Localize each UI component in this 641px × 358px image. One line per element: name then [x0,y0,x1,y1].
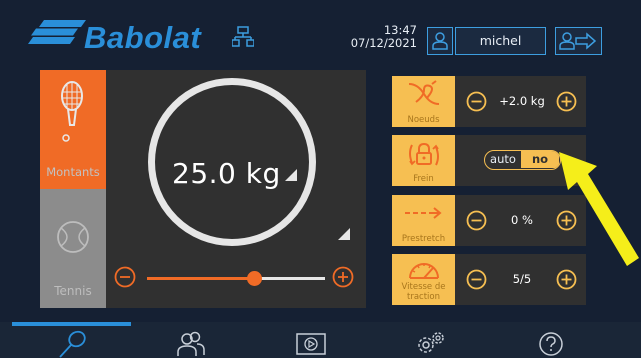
nav-help-button[interactable] [491,326,611,358]
clock: 13:47 07/12/2021 [340,24,417,50]
tension-slider-thumb[interactable] [247,271,262,286]
speed-decrease-button[interactable] [466,269,487,290]
lock-icon [409,142,439,166]
tennis-ball-icon [57,221,89,253]
tension-value[interactable]: 25.0 kg [172,157,281,190]
nav-media-button[interactable] [251,326,371,358]
toggle-no-option[interactable]: no [521,151,559,168]
knots-increase-button[interactable] [556,91,577,112]
panel-corner-icon [338,228,350,240]
tab-sport[interactable]: Tennis [40,189,106,308]
user-profile-button[interactable] [427,27,453,55]
speed-tile[interactable]: Vitesse de traction [392,254,455,305]
search-racket-icon [59,330,86,358]
brand-logo-text: Babolat [84,20,202,55]
nav-tension-button[interactable] [12,326,132,358]
nav-settings-button[interactable] [371,326,491,358]
help-icon [539,332,563,356]
knots-label: Noeuds [407,115,440,125]
knots-decrease-button[interactable] [466,91,487,112]
annotation-arrow-icon [559,152,639,266]
user-icon [432,32,448,50]
speed-value: 5/5 [512,272,532,286]
brake-label: Frein [413,174,434,184]
speed-label: Vitesse de traction [401,282,446,302]
clock-date: 07/12/2021 [350,36,417,50]
prestretch-label: Prestretch [401,234,446,244]
prestretch-decrease-button[interactable] [466,210,487,231]
tension-decrease-button[interactable] [114,266,136,288]
gears-icon [418,332,444,353]
play-icon [296,333,326,355]
knots-tile[interactable]: Noeuds [392,76,455,127]
brake-tile[interactable]: Frein [392,135,455,186]
tension-slider-fill [147,277,254,280]
logout-button[interactable] [555,27,602,55]
tab-sport-label: Tennis [54,284,92,298]
brake-auto-toggle[interactable]: auto no [484,150,561,170]
network-icon[interactable] [232,26,254,48]
arrow-right-icon [405,207,442,219]
nav-users-button[interactable] [131,326,251,358]
prestretch-value: 0 % [511,213,533,227]
users-icon [177,331,205,356]
babolat-logo-stripes [28,20,86,44]
tension-dropdown-caret-icon[interactable] [285,169,297,181]
prestretch-tile[interactable]: Prestretch [392,195,455,246]
speed-increase-button[interactable] [556,269,577,290]
username-field[interactable]: michel [455,27,546,55]
speedometer-icon [409,263,439,279]
tab-strings[interactable]: Montants [40,70,106,189]
racket-icon [61,81,83,142]
knots-value: +2.0 kg [499,94,545,108]
tab-strings-label: Montants [46,165,100,179]
knot-icon [408,80,440,105]
tension-increase-button[interactable] [332,266,354,288]
logout-icon [559,32,597,50]
toggle-auto-option[interactable]: auto [485,151,521,168]
